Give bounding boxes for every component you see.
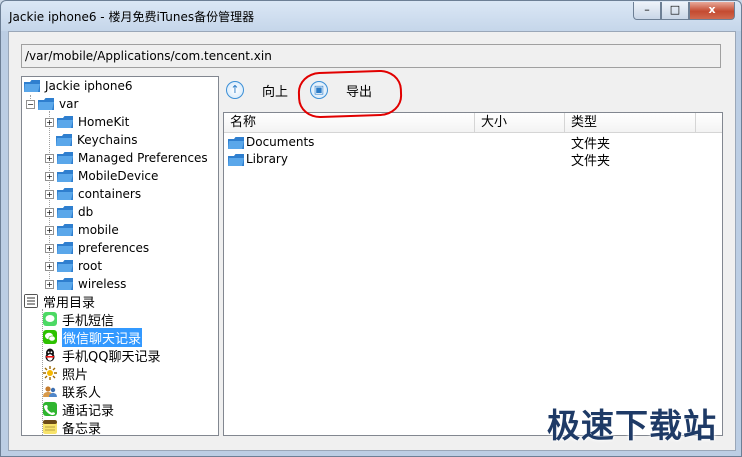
tree-item-wireless[interactable]: + wireless [45,275,126,293]
title-bar[interactable]: Jackie iphone6 - 楼月免费iTunes备份管理器 – □ x [1,1,741,31]
tree-item-managed-preferences[interactable]: + Managed Preferences [45,149,208,167]
up-button[interactable]: ↑ 向上 [226,78,288,102]
contacts-icon [43,386,57,397]
watermark-text: 极速下载站 [547,406,717,445]
minimize-icon: – [644,3,650,16]
notes-icon [43,420,57,434]
expand-icon[interactable]: + [45,189,54,199]
minimize-button[interactable]: – [633,2,661,20]
expand-icon[interactable]: + [45,225,54,235]
expand-icon[interactable]: + [45,171,54,181]
tree-item-label: Managed Preferences [78,151,208,165]
close-icon: x [708,3,716,16]
window-title: Jackie iphone6 - 楼月免费iTunes备份管理器 [9,10,255,24]
tree-item-label: preferences [78,241,150,255]
category-call-log[interactable]: 通话记录 [43,400,115,419]
folder-icon [57,152,73,164]
path-field[interactable]: /var/mobile/Applications/com.tencent.xin [21,44,721,68]
expand-icon[interactable]: + [45,153,54,163]
phone-icon [43,402,57,416]
category-label: 微信聊天记录 [62,327,143,347]
list-item-name: Documents [246,135,315,149]
close-button[interactable]: x [689,2,735,20]
path-text: /var/mobile/Applications/com.tencent.xin [25,49,272,63]
tree-item-var[interactable]: − var [26,95,78,113]
list-item[interactable]: Library 文件夹 [224,152,722,169]
folder-icon [57,224,73,236]
folder-icon [57,206,73,218]
caption-buttons: – □ x [633,2,735,20]
tree-item-mobile[interactable]: + mobile [45,221,119,239]
tree-item-preferences[interactable]: + preferences [45,239,149,257]
expand-icon[interactable]: + [45,261,54,271]
tree-item-label: var [59,97,79,111]
tree-item-label: MobileDevice [78,169,159,183]
tree-item-label: db [78,205,94,219]
category-sms[interactable]: 手机短信 [43,310,115,329]
tree-item-containers[interactable]: + containers [45,185,141,203]
column-header-type[interactable]: 类型 [565,113,696,132]
category-label: 联系人 [62,385,102,401]
category-contacts[interactable]: 联系人 [43,382,102,401]
sms-icon [43,312,57,326]
folder-icon [57,116,73,128]
expand-icon[interactable]: + [45,117,54,127]
tree-item-keychains[interactable]: Keychains [56,131,138,149]
folder-icon [57,170,73,182]
folder-icon [56,134,72,146]
category-notes[interactable]: 备忘录 [43,418,102,436]
folder-open-icon [24,80,40,92]
folder-icon [57,278,73,290]
tree-item-db[interactable]: + db [45,203,93,221]
category-photos[interactable]: 照片 [43,364,89,383]
category-label: 手机短信 [62,313,115,329]
tree-item-label: Keychains [77,133,138,147]
expand-icon[interactable]: + [45,243,54,253]
up-button-label: 向上 [262,84,289,100]
expand-icon[interactable]: + [45,207,54,217]
tree-item-label: wireless [78,277,127,291]
tree-item-label: mobile [78,223,119,237]
tree-root-label: Jackie iphone6 [45,79,133,93]
folder-open-icon [38,98,54,110]
tree-item-label: HomeKit [78,115,130,129]
folder-icon [57,260,73,272]
arrow-up-circle-icon: ↑ [226,81,244,99]
list-item-type: 文件夹 [571,154,611,169]
tree-item-homekit[interactable]: + HomeKit [45,113,129,131]
tree-item-root[interactable]: + root [45,257,102,275]
category-label: 照片 [62,367,89,383]
folder-icon [228,154,244,166]
category-wechat[interactable]: 微信聊天记录 [43,327,143,347]
common-dir-label: 常用目录 [43,295,96,311]
column-header-size[interactable]: 大小 [475,113,565,132]
folder-tree[interactable]: Jackie iphone6 − var + HomeKit Keychains… [21,76,219,436]
tree-root[interactable]: Jackie iphone6 [24,77,133,95]
folder-icon [228,137,244,149]
category-qq[interactable]: 手机QQ聊天记录 [43,346,161,365]
qq-penguin-icon [45,348,55,362]
red-annotation-circle [297,69,403,119]
list-item[interactable]: Documents 文件夹 [224,135,722,152]
collapse-icon[interactable]: − [26,99,35,109]
maximize-icon: □ [669,3,681,16]
tree-item-mobiledevice[interactable]: + MobileDevice [45,167,158,185]
folder-icon [57,188,73,200]
common-dir-header[interactable]: 常用目录 [24,292,96,311]
expand-icon[interactable]: + [45,279,54,289]
wechat-icon [43,330,57,344]
list-icon [24,294,38,308]
photo-icon [43,366,57,380]
list-header: 名称 大小 类型 [224,113,722,133]
tree-item-label: root [78,259,103,273]
folder-icon [57,242,73,254]
app-window: Jackie iphone6 - 楼月免费iTunes备份管理器 – □ x /… [0,0,742,457]
file-list[interactable]: 名称 大小 类型 Documents 文件夹 Library 文件夹 [223,112,723,436]
category-label: 备忘录 [62,421,102,436]
list-item-name: Library [246,152,288,166]
tree-item-label: containers [78,187,142,201]
category-label: 通话记录 [62,403,115,419]
category-label: 手机QQ聊天记录 [62,349,161,365]
maximize-button[interactable]: □ [661,2,689,20]
